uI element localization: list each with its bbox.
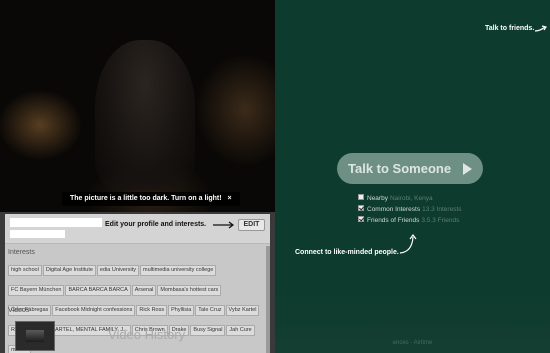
dark-picture-warning: The picture is a little too dark. Turn o… <box>62 192 240 206</box>
option-label: Common Interests <box>367 206 421 213</box>
option-sublabel: 3.5.3 Friends <box>421 217 460 224</box>
interest-tag[interactable]: Rick Ross <box>136 305 168 316</box>
edit-profile-button[interactable]: EDIT <box>238 219 265 231</box>
interest-tag[interactable]: Arsenal <box>131 285 157 296</box>
videos-label: Videos <box>8 307 30 314</box>
edit-profile-hint: Edit your profile and interests. <box>105 221 207 228</box>
talk-to-someone-button[interactable]: Talk to Someone <box>337 153 483 184</box>
option-sublabel: 13.3 Interests <box>422 206 462 213</box>
talk-to-someone-label: Talk to Someone <box>348 161 452 176</box>
interest-tag[interactable]: Vybz Kartel <box>225 305 260 316</box>
redacted-details <box>10 230 65 238</box>
interest-tag[interactable]: BARCA BARCA BARCA <box>65 285 131 296</box>
option-sublabel: Nairobi, Kenya <box>389 195 433 202</box>
arrow-right-icon <box>213 221 234 229</box>
redacted-name <box>10 218 102 227</box>
arrow-right-icon <box>534 25 547 32</box>
interests-label: Interests <box>8 249 35 256</box>
video-history-label: Video History <box>108 327 186 342</box>
friends-of-friends-checkbox[interactable] <box>358 216 364 223</box>
dark-picture-warning-text: The picture is a little too dark. Turn o… <box>70 195 222 202</box>
interest-tag[interactable]: FC Bayern München <box>8 285 65 296</box>
left-panel: The picture is a little too dark. Turn o… <box>0 0 275 353</box>
nearby-checkbox[interactable] <box>358 194 364 201</box>
option-nearby[interactable]: Nearby Nairobi, Kenya <box>358 193 462 204</box>
option-friends-of-friends[interactable]: Friends of Friends 3.5.3 Friends <box>358 215 462 226</box>
interest-tag[interactable]: high school <box>8 265 42 276</box>
option-label: Nearby <box>367 195 388 202</box>
connect-hint: Connect to like-minded people. <box>295 249 399 256</box>
interest-tag[interactable]: edia University <box>96 265 139 276</box>
match-options: Nearby Nairobi, Kenya Common Interests 13.… <box>358 193 462 226</box>
profile-scrollbar[interactable] <box>266 246 270 353</box>
interest-tag[interactable]: Tale Cruz <box>195 305 225 316</box>
webcam-preview: The picture is a little too dark. Turn o… <box>0 0 275 212</box>
interest-tag[interactable]: Facebook Midnight confessions <box>52 305 136 316</box>
profile-header: Edit your profile and interests. EDIT <box>5 214 270 244</box>
match-panel: Talk to friends. Talk to Someone Nearby N… <box>275 0 550 353</box>
interest-tag[interactable]: multimedia university college <box>140 265 217 276</box>
interest-tag[interactable]: Phyllisia <box>168 305 195 316</box>
option-common-interests[interactable]: Common Interests 13.3 Interests <box>358 204 462 215</box>
interest-tag[interactable]: Mombasa's hottest cars <box>157 285 222 296</box>
arrow-up-icon <box>399 234 417 254</box>
interest-tag[interactable]: Digital Age Institute <box>42 265 96 276</box>
video-thumbnail[interactable] <box>15 321 55 351</box>
play-icon <box>463 163 472 175</box>
common-interests-checkbox[interactable] <box>358 205 364 212</box>
close-icon[interactable]: × <box>228 195 232 202</box>
talk-to-friends-link[interactable]: Talk to friends. <box>485 25 534 32</box>
webcam-person-silhouette <box>95 40 195 190</box>
videos-section: Video History <box>8 317 266 353</box>
option-label: Friends of Friends <box>367 217 420 224</box>
footer-text: ences · Airtime <box>392 340 433 346</box>
